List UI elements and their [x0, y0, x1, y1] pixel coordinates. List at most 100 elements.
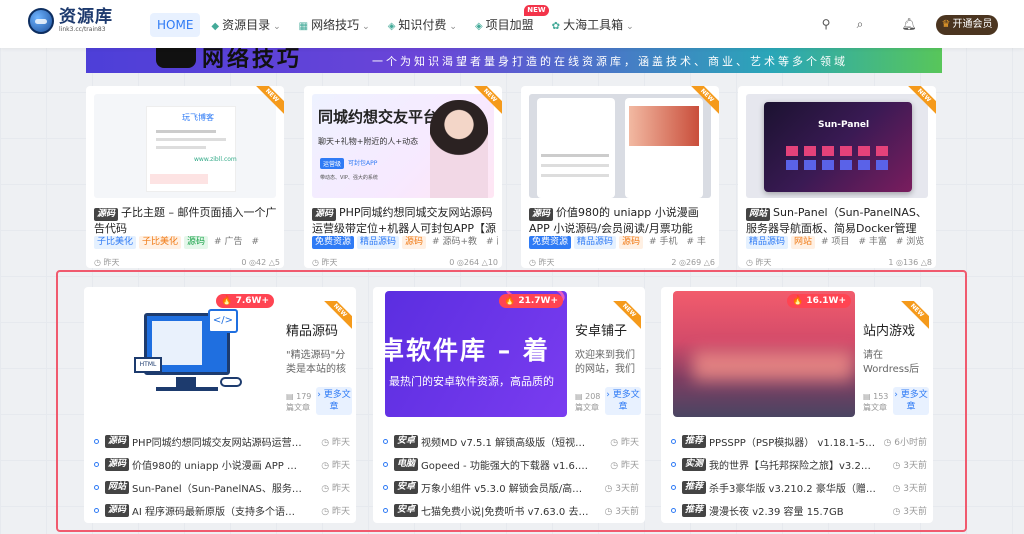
clock-icon: ◷ [610, 438, 621, 448]
clock-icon: ◷ [321, 438, 332, 448]
post-tag[interactable]: 免费资源 [312, 236, 355, 249]
thumb-brand: 玩飞博客 [182, 113, 214, 122]
post-card[interactable]: 同城约想交友平台 聊天+礼物+附近的人+动态 运营级 可封包APP 带动态、VIP、强大… [304, 86, 502, 268]
list-item[interactable]: 电脑 Gopeed - 功能强大的下载器 v1.6.5 中... ◷ 昨天 [383, 453, 641, 476]
post-title[interactable]: 网站 Sun-Panel（Sun-PanelNAS、服务器导航面板、简易Docke… [746, 205, 932, 235]
post-title[interactable]: 源码 子比主题 – 邮件页面插入一个广告代码 [94, 205, 280, 235]
post-card[interactable]: NEW 源码 价值980的 uniapp 小说漫画 APP 小说源码/会员阅读/月票… [521, 86, 719, 268]
nav-item-4[interactable]: ◈ 项目加盟 NEW [468, 5, 549, 37]
nav-item-2[interactable]: ▦ 网络技巧 ⌄ [292, 13, 377, 37]
category-name[interactable]: 站内游戏 [863, 320, 915, 339]
post-tag[interactable]: 子比美化 [139, 236, 182, 249]
post-thumbnail[interactable]: 玩飞博客 www.zibll.com [94, 94, 276, 198]
more-posts-button[interactable]: › 更多文章 [316, 387, 352, 415]
category-image[interactable]: 🔥 16.1W+ [673, 291, 855, 417]
post-thumbnail[interactable]: Sun-Panel [746, 94, 928, 198]
post-tag[interactable]: 网站 [791, 236, 816, 249]
list-item-time: ◷ 3天前 [892, 507, 927, 517]
list-item[interactable]: 源码 价值980的 uniapp 小说漫画 APP 小说... ◷ 昨天 [94, 453, 352, 476]
list-item[interactable]: 实测 我的世界【乌托邦探险之旅】v3.2大型... ◷ 3天前 [671, 453, 929, 476]
nav-item-1[interactable]: ◆ 资源目录 ⌄ [204, 13, 287, 37]
nav-item-5[interactable]: ✿ 大海工具箱 ⌄ [545, 13, 641, 37]
category-badge: 推荐 [682, 435, 707, 448]
nav-icon: ◈ [474, 21, 483, 32]
category-badge: 安卓 [394, 481, 419, 494]
list-item[interactable]: 源码 PHP同城约想同城交友网站源码运营级... ◷ 昨天 [94, 430, 352, 453]
list-item[interactable]: 安卓 七猫免费小说|免费听书 v7.63.0 去广... ◷ 3天前 [383, 499, 641, 522]
clock-icon: ◷ [321, 507, 332, 517]
post-meta: ◷ 昨天 1 ◎136 △8 [746, 258, 932, 268]
thumb-url: www.zibll.com [194, 156, 237, 163]
top-header: 资源库 link3.cc/train83 HOME ◆ 资源目录 ⌄ ▦ 网络技巧 ⌄ ◈ 知识… [0, 0, 1024, 48]
bullet-icon [671, 462, 676, 467]
logo-globe-icon [28, 8, 54, 34]
clock-icon: ◷ [610, 461, 621, 471]
list-item[interactable]: 网站Sun-Panel（Sun-PanelNAS、服务器导... ◷ 昨天 [94, 476, 352, 499]
list-item-time: ◷ 昨天 [610, 461, 639, 471]
category-card: </>HTML🔥 7.6W+NEW精品源码"精选源码"分类是本站的核心...▤ … [84, 287, 356, 523]
more-posts-button[interactable]: › 更多文章 [893, 387, 929, 415]
category-name[interactable]: 精品源码 [286, 320, 338, 339]
post-tag[interactable]: 源码 [402, 236, 427, 249]
code-icon: </> [208, 309, 238, 333]
list-item[interactable]: 推荐 杀手3豪华版 v3.210.2 豪华版（赠多项... ◷ 3天前 [671, 476, 929, 499]
post-tag[interactable]: # 广告 [211, 236, 245, 249]
more-posts-button[interactable]: › 更多文章 [605, 387, 641, 415]
post-card[interactable]: Sun-Panel NEW 网站 Sun-Panel（Sun-PanelNAS、服务器… [738, 86, 936, 268]
list-item[interactable]: 安卓 万象小组件 v5.3.0 解锁会员版/高级版... ◷ 3天前 [383, 476, 641, 499]
post-list: 推荐 PPSSPP（PSP模拟器） v1.18.1-549 ... ◷ 6小时前 实测… [671, 430, 929, 522]
nav-item-3[interactable]: ◈ 知识付费 ⌄ [381, 13, 464, 37]
notification-bell-icon[interactable]: 🔔︎ [901, 16, 917, 32]
vip-button[interactable]: ♛ 开通会员 [936, 15, 998, 35]
category-name[interactable]: 安卓铺子 [575, 320, 627, 339]
post-tag[interactable]: # 浏览 [893, 236, 927, 249]
list-item[interactable]: 推荐 PPSSPP（PSP模拟器） v1.18.1-549 ... ◷ 6小时前 [671, 430, 929, 453]
search-icon[interactable]: ⌕ [852, 16, 868, 32]
category-badge: 源码 [312, 208, 337, 221]
post-tag[interactable]: 精品源码 [357, 236, 400, 249]
new-ribbon: NEW [474, 86, 502, 114]
post-title[interactable]: 源码PHP同城约想同城交友网站源码运营级带定位+机器人可封包APP【源码+教 [312, 205, 498, 235]
post-tag[interactable]: # 配 [483, 236, 498, 249]
post-tag[interactable]: 精品源码 [574, 236, 617, 249]
post-card[interactable]: 玩飞博客 www.zibll.com NEW 源码 子比主题 – 邮件页面插入一个广告代… [86, 86, 284, 268]
post-tag[interactable]: 精品源码 [746, 236, 789, 249]
clock-icon: ◷ [529, 258, 539, 267]
image-subtitle: 最热门的安卓软件资源，高品质的 [389, 375, 554, 388]
logo-subtitle: link3.cc/train83 [59, 26, 106, 33]
list-item[interactable]: 安卓 视频MD v7.5.1 解锁高级版（短视频处... ◷ 昨天 [383, 430, 641, 453]
site-logo[interactable]: 资源库 link3.cc/train83 [28, 8, 113, 34]
list-item[interactable]: 推荐 漫漫长夜 v2.39 容量 15.7GB ◷ 3天前 [671, 499, 929, 522]
thumb-tag: 运营级 [320, 158, 345, 169]
post-time: 昨天 [755, 258, 772, 267]
post-thumbnail[interactable] [529, 94, 711, 198]
category-image[interactable]: </> HTML 🔥 7.6W+ [96, 291, 278, 417]
post-thumbnail[interactable]: 同城约想交友平台 聊天+礼物+附近的人+动态 运营级 可封包APP 带动态、VIP、强大… [312, 94, 494, 198]
new-ribbon: NEW [256, 86, 284, 114]
list-item-time: ◷ 昨天 [321, 507, 350, 517]
post-tag[interactable]: # 源码+教 [429, 236, 480, 249]
post-tag[interactable]: # [248, 236, 262, 249]
list-item-time: ◷ 昨天 [321, 438, 350, 448]
lightbulb-icon[interactable]: ⚲ [818, 16, 834, 32]
post-title[interactable]: 源码 价值980的 uniapp 小说漫画 APP 小说源码/会员阅读/月票功能 [529, 205, 715, 235]
list-item-time: ◷ 昨天 [321, 484, 350, 494]
document-icon: ▤ [863, 392, 874, 401]
post-tag[interactable]: 源码 [184, 236, 209, 249]
list-item[interactable]: 源码 AI 程序源码最新原版（支持多个语言） ◷ 昨天 [94, 499, 352, 522]
post-count: ▤ 208 篇文章 [575, 392, 601, 412]
nav-item-0[interactable]: HOME [150, 13, 201, 37]
list-item-title: Gopeed - 功能强大的下载器 v1.6.5 中... [421, 461, 592, 472]
post-tag[interactable]: # 丰 [683, 236, 708, 249]
list-item-title: AI 程序源码最新原版（支持多个语言） [132, 507, 303, 518]
nav-label: 资源目录 [222, 18, 271, 32]
post-tag[interactable]: 子比美化 [94, 236, 137, 249]
category-description: "精选源码"分类是本站的核心... [286, 350, 346, 375]
post-tag[interactable]: 源码 [619, 236, 644, 249]
post-tag[interactable]: 免费资源 [529, 236, 572, 249]
post-tag[interactable]: # 丰富 [855, 236, 889, 249]
category-image[interactable]: 卓软件库 – 着最热门的安卓软件资源，高品质的 🔥 21.7W+ [385, 291, 567, 417]
post-meta: ◷ 昨天 0 ◎42 △5 [94, 258, 280, 268]
post-tag[interactable]: # 项目 [818, 236, 852, 249]
post-tag[interactable]: # 手机 [646, 236, 680, 249]
